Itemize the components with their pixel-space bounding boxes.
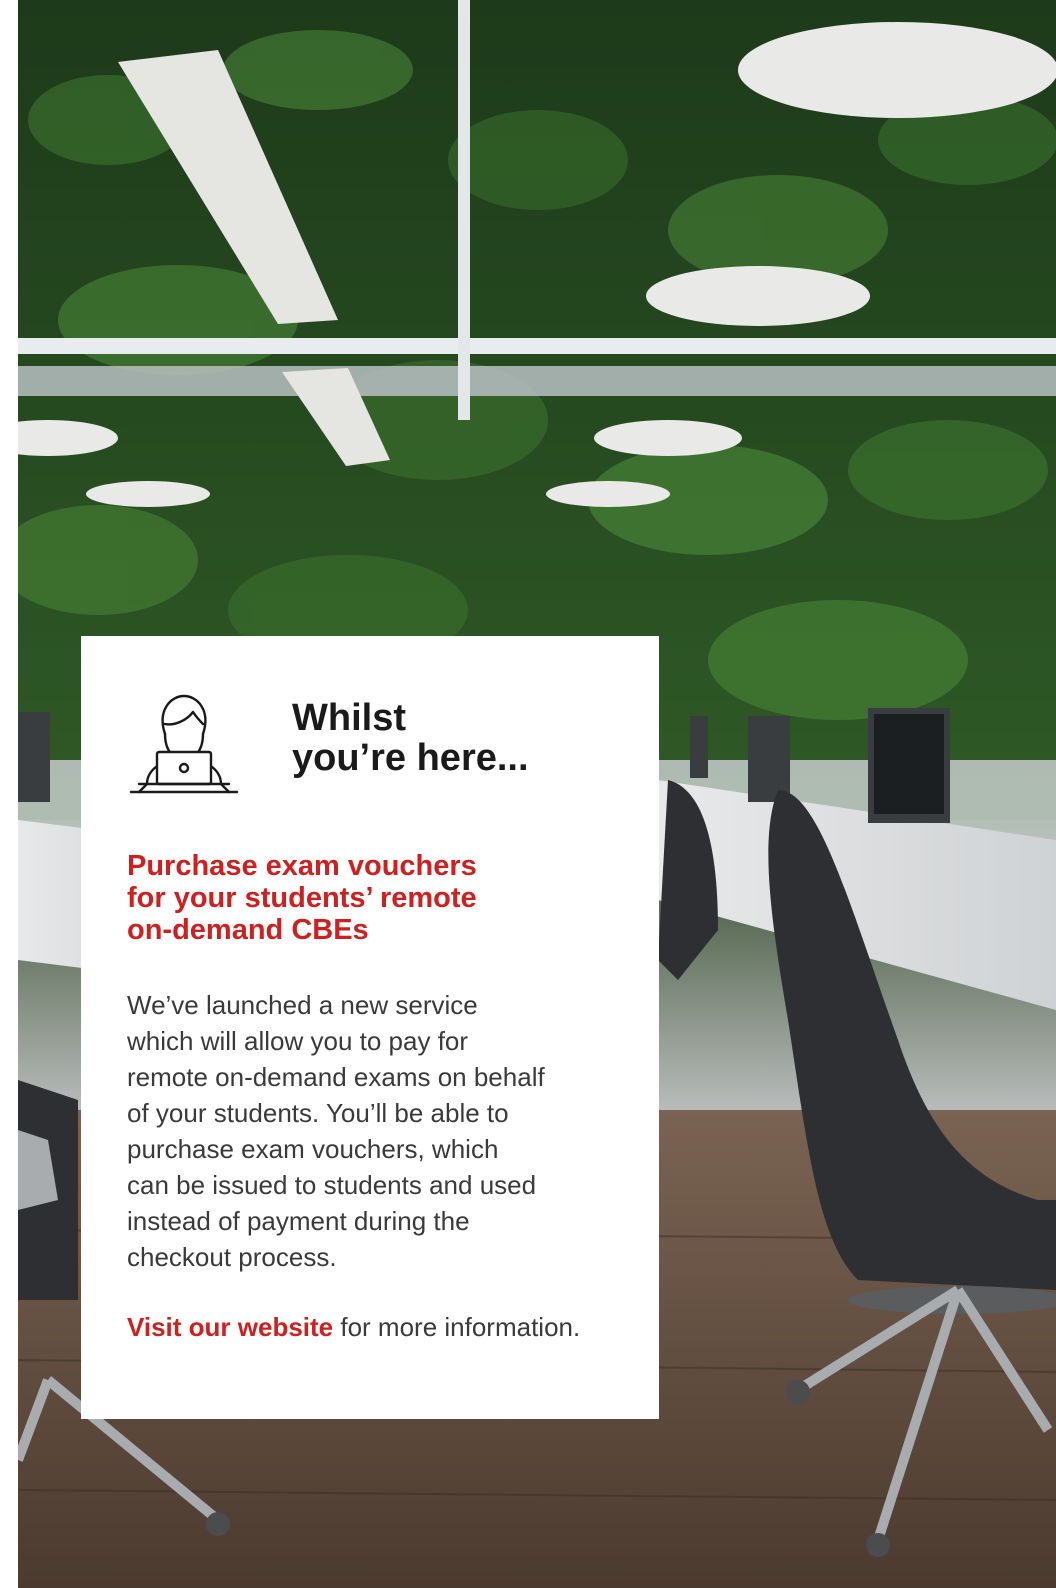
visit-website-link[interactable]: Visit our website bbox=[127, 1312, 333, 1342]
card-subheading: Purchase exam vouchers for your students… bbox=[127, 850, 567, 946]
body-line: which will allow you to pay for bbox=[127, 1026, 469, 1056]
cta-line: Visit our website for more information. bbox=[127, 1309, 647, 1345]
card-body-text: We’ve launched a new service which will … bbox=[127, 987, 627, 1275]
subheading-line: for your students’ remote bbox=[127, 882, 477, 914]
body-line: of your students. You’ll be able to bbox=[127, 1098, 509, 1128]
page: Whilst you’re here... Purchase exam vouc… bbox=[0, 0, 1056, 1588]
body-line: can be issued to students and used bbox=[127, 1170, 537, 1200]
body-line: purchase exam vouchers, which bbox=[127, 1134, 499, 1164]
body-line: instead of payment during the bbox=[127, 1206, 470, 1236]
cta-rest-text: for more information. bbox=[333, 1312, 581, 1342]
heading-line-1: Whilst bbox=[292, 697, 406, 739]
info-card: Whilst you’re here... Purchase exam vouc… bbox=[81, 636, 659, 1419]
body-line: remote on-demand exams on behalf bbox=[127, 1062, 545, 1092]
subheading-line: Purchase exam vouchers bbox=[127, 850, 477, 882]
person-at-laptop-icon bbox=[129, 694, 239, 794]
body-line: checkout process. bbox=[127, 1242, 337, 1272]
subheading-line: on-demand CBEs bbox=[127, 914, 369, 946]
heading-line-2: you’re here... bbox=[292, 737, 529, 779]
body-line: We’ve launched a new service bbox=[127, 990, 478, 1020]
card-heading: Whilst you’re here... bbox=[292, 698, 632, 778]
